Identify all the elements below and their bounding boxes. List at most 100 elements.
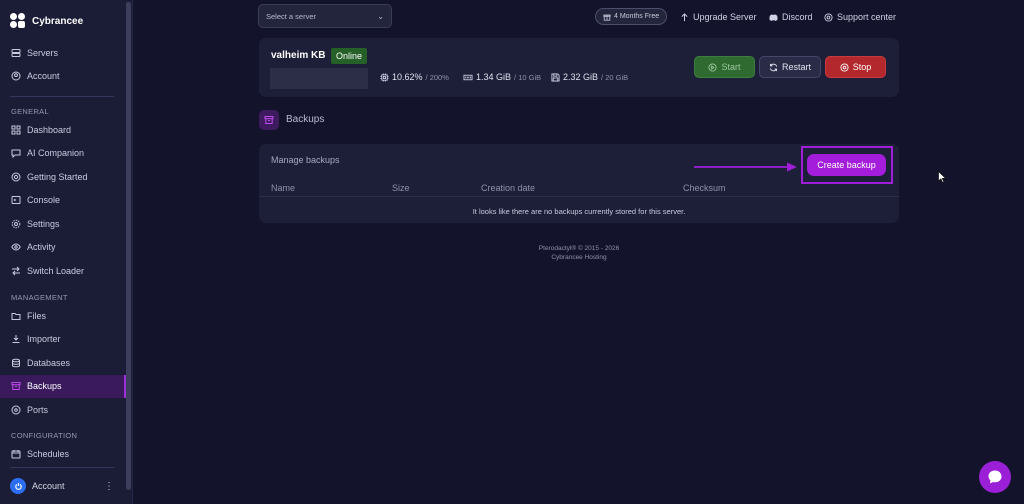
- create-backup-button[interactable]: Create backup: [807, 154, 886, 176]
- status-badge: Online: [331, 48, 368, 64]
- sidebar-item-label: Schedules: [27, 448, 70, 459]
- redacted-address: [270, 68, 368, 89]
- terminal-icon: [11, 196, 21, 205]
- stop-button[interactable]: Stop: [825, 56, 886, 78]
- empty-state-message: It looks like there are no backups curre…: [472, 207, 686, 216]
- table-divider: [259, 196, 899, 197]
- life-buoy-icon: [11, 172, 21, 182]
- restart-button-label: Restart: [781, 62, 811, 72]
- support-buoy-icon: [824, 12, 833, 22]
- sidebar-item-label: Console: [27, 195, 61, 206]
- stop-circle-icon: [840, 62, 849, 72]
- sidebar-item-label: Getting Started: [27, 171, 88, 182]
- gear-icon: [11, 219, 21, 229]
- sidebar-item-label: Account: [27, 71, 60, 82]
- cpu-stat: 10.62% / 200%: [380, 72, 449, 82]
- sidebar-item-label: Switch Loader: [27, 265, 85, 276]
- discord-link[interactable]: Discord: [769, 10, 813, 24]
- restart-button[interactable]: Restart: [759, 56, 821, 78]
- support-center-link[interactable]: Support center: [824, 10, 896, 24]
- discord-icon: [769, 13, 778, 21]
- memory-limit: / 10 GiB: [514, 72, 542, 82]
- sidebar-item-label: Files: [27, 310, 47, 321]
- sidebar-item-dashboard[interactable]: Dashboard: [0, 118, 126, 142]
- sidebar-account-menu[interactable]: Account ⋮: [10, 477, 114, 495]
- sidebar-item-backups[interactable]: Backups: [0, 374, 126, 398]
- column-header-size: Size: [392, 183, 410, 193]
- sidebar-divider: [10, 467, 114, 468]
- sidebar-item-servers[interactable]: Servers: [0, 41, 126, 65]
- sidebar-item-activity[interactable]: Activity: [0, 236, 126, 260]
- memory-icon: [463, 74, 473, 80]
- sidebar-item-ports[interactable]: Ports: [0, 398, 126, 422]
- upgrade-server-link[interactable]: Upgrade Server: [680, 10, 757, 24]
- discord-label: Discord: [782, 12, 813, 22]
- sidebar-item-label: Backups: [27, 381, 62, 392]
- page-title: Backups: [286, 114, 325, 125]
- eye-icon: [11, 243, 21, 251]
- user-circle-icon: [11, 71, 21, 81]
- sidebar-item-databases[interactable]: Databases: [0, 351, 126, 375]
- brand[interactable]: Cybrancee: [10, 12, 83, 30]
- sidebar-item-label: AI Companion: [27, 148, 85, 159]
- disk-value: 2.32 GiB: [563, 72, 599, 82]
- start-button[interactable]: Start: [694, 56, 755, 78]
- sidebar-item-getting-started[interactable]: Getting Started: [0, 165, 126, 189]
- sidebar-general-nav: GENERAL Dashboard AI Companion Getting S…: [0, 104, 126, 283]
- promo-badge[interactable]: 4 Months Free: [595, 8, 668, 25]
- sidebar-item-importer[interactable]: Importer: [0, 328, 126, 352]
- sidebar-configuration-nav: CONFIGURATION Schedules: [0, 428, 126, 466]
- column-header-name: Name: [271, 183, 296, 193]
- folder-icon: [11, 312, 21, 320]
- kebab-menu-icon[interactable]: ⋮: [104, 481, 114, 492]
- server-select-placeholder: Select a server: [266, 11, 317, 21]
- footer-hosting: Cybrancee Hosting: [551, 254, 607, 261]
- sidebar-item-label: Settings: [27, 218, 60, 229]
- disk-limit: / 20 GiB: [601, 72, 629, 82]
- brand-name: Cybrancee: [32, 15, 84, 27]
- sidebar-account-label: Account: [32, 481, 65, 491]
- server-select[interactable]: Select a server ⌄: [258, 4, 392, 28]
- sidebar-item-switch-loader[interactable]: Switch Loader: [0, 259, 126, 283]
- sidebar-item-account[interactable]: Account: [0, 65, 126, 89]
- refresh-icon: [769, 63, 778, 71]
- sidebar-item-label: Activity: [27, 242, 56, 253]
- sidebar-item-label: Databases: [27, 357, 71, 368]
- play-circle-icon: [708, 62, 718, 72]
- sidebar: Cybrancee Servers Account GENERAL Dashbo…: [0, 0, 133, 504]
- sidebar-item-schedules[interactable]: Schedules: [0, 442, 126, 466]
- disk-stat: 2.32 GiB / 20 GiB: [551, 72, 628, 82]
- cpu-limit: / 200%: [425, 72, 449, 82]
- mouse-cursor-icon: [938, 171, 946, 183]
- memory-value: 1.34 GiB: [476, 72, 512, 82]
- sidebar-scrollbar[interactable]: [126, 2, 131, 490]
- arrow-up-icon: [681, 12, 688, 21]
- gift-icon: [603, 14, 611, 21]
- chat-widget-button[interactable]: [979, 461, 1011, 493]
- database-icon: [12, 358, 20, 368]
- sidebar-top-nav: Servers Account: [0, 41, 126, 88]
- section-label-configuration: CONFIGURATION: [11, 430, 78, 440]
- sidebar-item-settings[interactable]: Settings: [0, 212, 126, 236]
- sidebar-item-console[interactable]: Console: [0, 189, 126, 213]
- footer-copyright: Pterodactyl® © 2015 - 2026: [538, 245, 620, 252]
- brand-logo-icon: [10, 13, 26, 29]
- sidebar-item-label: Importer: [27, 334, 61, 345]
- archive-icon: [11, 382, 21, 391]
- chevron-down-icon: ⌄: [377, 11, 384, 21]
- promo-label: 4 Months Free: [614, 13, 660, 20]
- stop-button-label: Stop: [852, 62, 872, 72]
- switch-arrows-icon: [12, 266, 20, 276]
- power-icon: [10, 478, 26, 494]
- annotation-arrow-icon: [694, 162, 797, 172]
- download-icon: [12, 335, 20, 344]
- manage-backups-label: Manage backups: [271, 155, 340, 165]
- backups-archive-icon: [259, 110, 279, 130]
- server-name: valheim KB: [271, 50, 326, 61]
- sidebar-item-files[interactable]: Files: [0, 304, 126, 328]
- sidebar-item-ai-companion[interactable]: AI Companion: [0, 142, 126, 166]
- memory-stat: 1.34 GiB / 10 GiB: [463, 72, 541, 82]
- cpu-icon: [380, 72, 389, 82]
- chat-bubble-icon: [988, 470, 1002, 484]
- section-label-general: GENERAL: [11, 106, 49, 116]
